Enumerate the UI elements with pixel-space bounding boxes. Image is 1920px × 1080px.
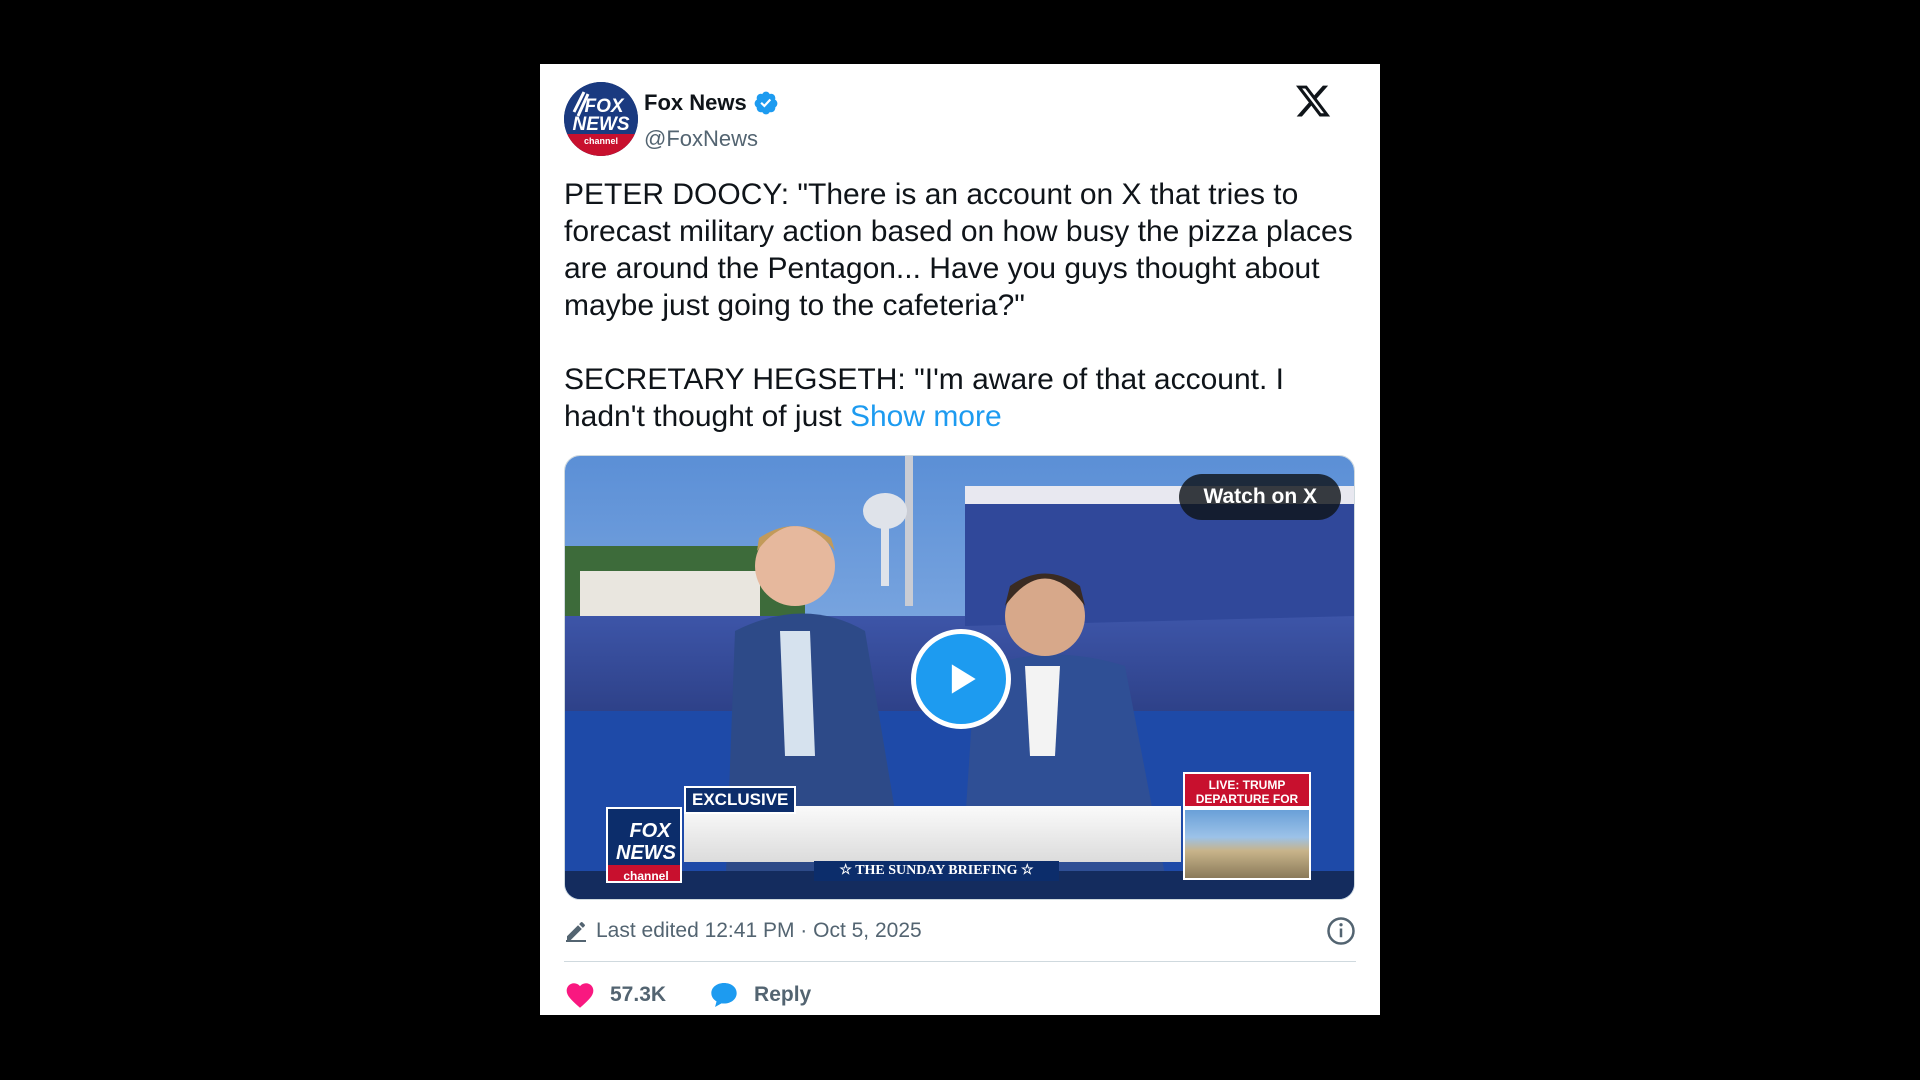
show-banner: ☆ THE SUNDAY BRIEFING ☆	[814, 861, 1059, 881]
tweet-actions: 57.3K Reply	[564, 962, 1356, 1028]
show-more-link[interactable]: Show more	[850, 400, 1002, 433]
reply-button[interactable]: Reply	[708, 979, 811, 1011]
edit-meta: Last edited 12:41 PM · Oct 5, 2025	[564, 900, 1356, 962]
fox-news-logo-icon: FOX NEWS channel	[564, 82, 638, 156]
svg-text:NEWS: NEWS	[573, 114, 630, 135]
pencil-icon	[566, 921, 586, 942]
fox-news-bug-icon: FOX NEWS channel	[608, 820, 680, 883]
play-icon	[951, 664, 976, 694]
bug-channel: channel	[623, 869, 668, 883]
live-inset-picture	[1183, 808, 1311, 880]
author-info: Fox News @FoxNews	[644, 90, 779, 152]
tweet-paragraph-1: PETER DOOCY: "There is an account on X t…	[564, 178, 1353, 322]
lower-third-bar	[684, 806, 1181, 862]
tweet-paragraph-2: SECRETARY HEGSETH: "I'm aware of that ac…	[564, 361, 1364, 435]
play-button[interactable]	[911, 629, 1011, 729]
reply-label: Reply	[754, 983, 812, 1006]
last-edited-text[interactable]: Last edited 12:41 PM · Oct 5, 2025	[596, 919, 922, 943]
heart-icon	[566, 983, 594, 1008]
watch-on-x-button[interactable]: Watch on X	[1179, 474, 1341, 520]
author-handle[interactable]: @FoxNews	[644, 126, 779, 152]
bug-fox: FOX	[629, 820, 672, 842]
fox-news-bug: FOX NEWS channel	[606, 807, 682, 883]
like-button[interactable]: 57.3K	[564, 979, 666, 1011]
verified-badge-icon	[754, 91, 778, 115]
svg-text:channel: channel	[584, 136, 618, 146]
bug-news: NEWS	[616, 842, 677, 864]
x-logo-icon[interactable]	[1294, 82, 1332, 120]
author-name[interactable]: Fox News	[644, 90, 747, 116]
tweet-text: PETER DOOCY: "There is an account on X t…	[564, 176, 1364, 435]
reply-bubble-icon	[711, 983, 737, 1007]
video-player[interactable]: Watch on X EXCLUSIVE FOX NEWS channel ☆ …	[564, 455, 1355, 900]
tweet-header: FOX NEWS channel Fox News @FoxNews	[564, 64, 1356, 164]
info-icon[interactable]	[1326, 916, 1356, 946]
embedded-tweet-card: FOX NEWS channel Fox News @FoxNews PETER…	[540, 64, 1380, 1015]
exclusive-tag: EXCLUSIVE	[684, 786, 797, 814]
live-tag: LIVE: TRUMP DEPARTURE FOR NAVY 250	[1183, 772, 1311, 820]
avatar[interactable]: FOX NEWS channel	[564, 82, 638, 156]
like-count: 57.3K	[610, 983, 667, 1006]
name-row: Fox News	[644, 90, 779, 116]
